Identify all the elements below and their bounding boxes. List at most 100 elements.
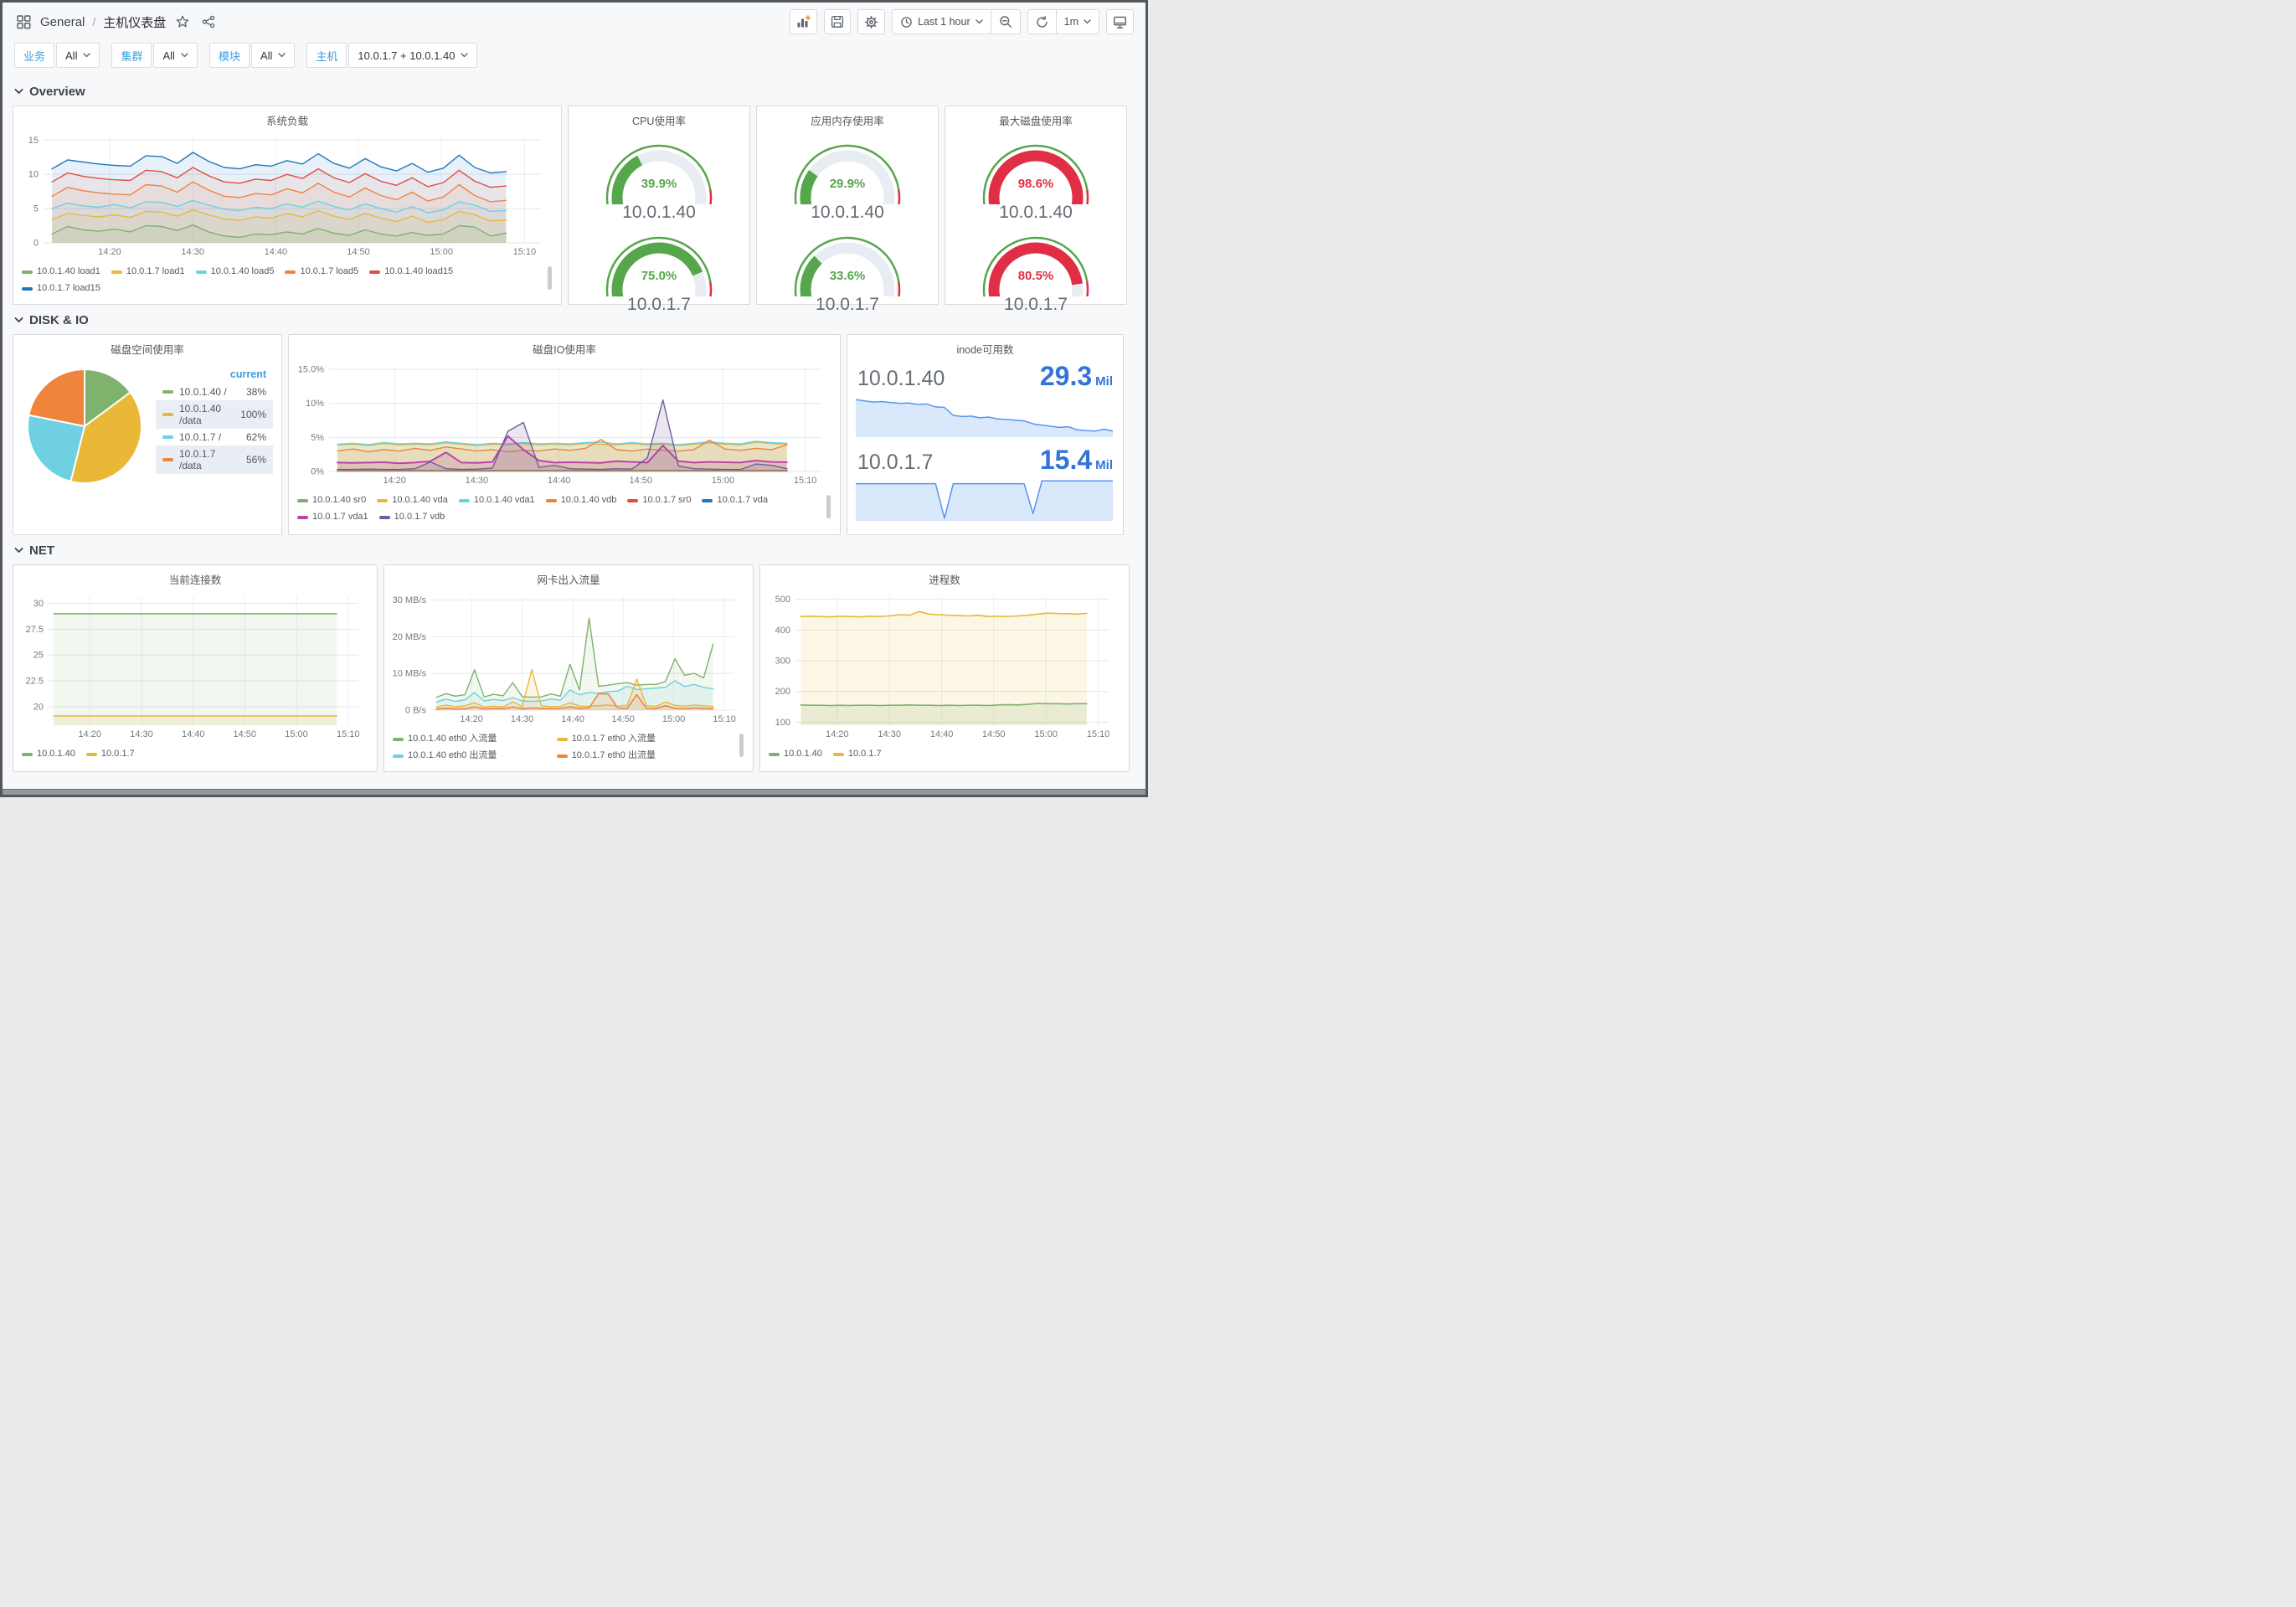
panel-title[interactable]: inode可用数 bbox=[856, 341, 1115, 357]
refresh-interval-picker[interactable]: 1m bbox=[1055, 10, 1099, 33]
legend-item[interactable]: 10.0.1.7 vda bbox=[702, 493, 768, 507]
panel-title[interactable]: 磁盘IO使用率 bbox=[297, 341, 831, 357]
pie-legend-row[interactable]: 10.0.1.7 / 62% bbox=[156, 429, 273, 446]
svg-text:10: 10 bbox=[28, 170, 39, 180]
save-dashboard-button[interactable] bbox=[824, 9, 852, 34]
legend-item[interactable]: 10.0.1.40 vdb bbox=[545, 493, 616, 507]
gauge-10.0.1.7[interactable]: 75.0% 10.0.1.7 bbox=[596, 224, 722, 315]
filter-cluster-label[interactable]: 集群 bbox=[111, 43, 152, 68]
net-traffic-chart[interactable]: 14:20 14:30 14:40 14:50 15:00 15:10 0 B/s 10 MB… bbox=[393, 590, 743, 725]
legend-series-color bbox=[832, 752, 844, 756]
legend-item[interactable]: 10.0.1.7 eth0 出流量 bbox=[556, 749, 710, 763]
legend-item[interactable]: 10.0.1.7 vda1 bbox=[297, 510, 368, 524]
filter-business-value[interactable]: All bbox=[56, 43, 100, 68]
legend-series-color bbox=[22, 270, 33, 274]
pie-legend-row[interactable]: 10.0.1.40 /data 100% bbox=[156, 400, 273, 429]
gauge-10.0.1.7[interactable]: 80.5% 10.0.1.7 bbox=[973, 224, 1099, 315]
panel-title[interactable]: 进程数 bbox=[769, 571, 1120, 587]
legend-series-label: 10.0.1.7 load1 bbox=[126, 266, 185, 276]
breadcrumb: General / 主机仪表盘 bbox=[14, 13, 218, 31]
filter-host-label[interactable]: 主机 bbox=[306, 43, 347, 68]
cycle-view-mode-button[interactable] bbox=[1106, 9, 1134, 34]
filter-host-value[interactable]: 10.0.1.7 + 10.0.1.40 bbox=[348, 43, 478, 68]
legend-item[interactable]: 10.0.1.7 vdb bbox=[378, 510, 445, 524]
svg-text:14:50: 14:50 bbox=[629, 476, 652, 486]
panel-title[interactable]: 网卡出入流量 bbox=[393, 571, 744, 587]
pie-legend-row[interactable]: 10.0.1.40 / 38% bbox=[156, 384, 273, 400]
svg-text:15:10: 15:10 bbox=[337, 729, 360, 739]
panel-connections: 当前连接数 14:20 14:30 14:40 14:50 15:00 15:10 20 22… bbox=[13, 564, 378, 772]
legend-item[interactable]: 10.0.1.7 bbox=[832, 747, 882, 761]
legend-series-label: 10.0.1.7 /data bbox=[179, 448, 216, 471]
dashboards-grid-icon[interactable] bbox=[14, 13, 33, 31]
svg-text:27.5: 27.5 bbox=[26, 625, 44, 635]
legend-series-color bbox=[85, 752, 97, 756]
legend-item[interactable]: 10.0.1.40 load5 bbox=[195, 265, 274, 279]
dashboard-title[interactable]: 主机仪表盘 bbox=[103, 13, 166, 31]
refresh-button[interactable] bbox=[1028, 10, 1056, 33]
legend-item[interactable]: 10.0.1.7 bbox=[85, 747, 135, 761]
gauge-10.0.1.7[interactable]: 33.6% 10.0.1.7 bbox=[785, 224, 910, 315]
inode-stat-host2: 10.0.1.7 15.4 Mil bbox=[855, 443, 1115, 525]
legend-series-color bbox=[22, 286, 33, 291]
pie-legend-row[interactable]: 10.0.1.7 /data 56% bbox=[156, 446, 273, 474]
gauge-10.0.1.40[interactable]: 98.6% 10.0.1.40 bbox=[973, 132, 1099, 223]
legend-item[interactable]: 10.0.1.7 load1 bbox=[111, 265, 185, 279]
connections-chart[interactable]: 14:20 14:30 14:40 14:50 15:00 15:10 20 22.5 25 27… bbox=[22, 590, 367, 740]
dashboard-settings-button[interactable] bbox=[857, 9, 886, 34]
section-net[interactable]: NET bbox=[14, 543, 1134, 558]
panel-title[interactable]: 最大磁盘使用率 bbox=[954, 112, 1118, 128]
time-range-picker[interactable]: Last 1 hour bbox=[893, 10, 991, 33]
inode-sparkline-host1[interactable] bbox=[855, 392, 1114, 437]
panel-title[interactable]: 系统负载 bbox=[22, 112, 553, 128]
legend-series-label: 10.0.1.40 bbox=[37, 749, 75, 759]
gauge-10.0.1.40[interactable]: 39.9% 10.0.1.40 bbox=[596, 132, 722, 223]
svg-text:15: 15 bbox=[28, 136, 39, 146]
svg-text:15:00: 15:00 bbox=[712, 476, 735, 486]
legend-current-header[interactable]: current bbox=[230, 368, 266, 380]
filter-cluster-value[interactable]: All bbox=[153, 43, 198, 68]
top-bar: General / 主机仪表盘 Last 1 hour 1m bbox=[3, 3, 1145, 39]
legend-item[interactable]: 10.0.1.40 eth0 入流量 bbox=[393, 732, 546, 746]
inode-sparkline-host2[interactable] bbox=[855, 476, 1114, 521]
legend-item[interactable]: 10.0.1.7 sr0 bbox=[627, 493, 691, 507]
legend-series-label: 10.0.1.7 sr0 bbox=[642, 495, 692, 505]
legend-item[interactable]: 10.0.1.40 bbox=[769, 747, 822, 761]
gauge-10.0.1.40[interactable]: 29.9% 10.0.1.40 bbox=[785, 132, 910, 223]
legend-item[interactable]: 10.0.1.40 sr0 bbox=[297, 493, 366, 507]
section-overview[interactable]: Overview bbox=[14, 85, 1134, 99]
legend-item[interactable]: 10.0.1.40 load1 bbox=[22, 265, 100, 279]
legend-item[interactable]: 10.0.1.40 bbox=[22, 747, 75, 761]
legend-scrollbar[interactable] bbox=[739, 734, 744, 757]
section-disk-io[interactable]: DISK & IO bbox=[14, 313, 1134, 327]
star-icon[interactable] bbox=[173, 13, 192, 31]
sysload-chart[interactable]: 14:20 14:30 14:40 14:50 15:00 15:10 0 5 10 15 bbox=[22, 131, 549, 258]
filter-business-label[interactable]: 业务 bbox=[14, 43, 55, 68]
filter-module-label[interactable]: 模块 bbox=[208, 43, 250, 68]
share-icon[interactable] bbox=[199, 13, 218, 31]
add-panel-button[interactable] bbox=[790, 9, 818, 34]
panel-title[interactable]: 磁盘空间使用率 bbox=[22, 341, 273, 357]
processes-chart[interactable]: 14:20 14:30 14:40 14:50 15:00 15:10 100 200 300 4… bbox=[769, 590, 1119, 740]
legend-item[interactable]: 10.0.1.40 vda1 bbox=[458, 493, 535, 507]
panel-title[interactable]: 应用内存使用率 bbox=[765, 112, 929, 128]
legend-item[interactable]: 10.0.1.40 eth0 出流量 bbox=[393, 749, 546, 763]
legend-item[interactable]: 10.0.1.7 eth0 入流量 bbox=[556, 732, 710, 746]
legend-item[interactable]: 10.0.1.40 load15 bbox=[369, 265, 453, 279]
breadcrumb-folder[interactable]: General bbox=[40, 15, 85, 29]
filter-module-value[interactable]: All bbox=[250, 43, 296, 68]
disk-io-chart[interactable]: 14:20 14:30 14:40 14:50 15:00 15:10 0% 5% 10% 15.… bbox=[297, 359, 830, 487]
zoom-out-button[interactable] bbox=[990, 10, 1020, 33]
disk-space-legend-table: current 10.0.1.40 / 38% 10.0.1.40 /data 100… bbox=[156, 367, 273, 474]
legend-item[interactable]: 10.0.1.40 vda bbox=[377, 493, 448, 507]
panel-title[interactable]: CPU使用率 bbox=[577, 112, 741, 128]
legend-scrollbar[interactable] bbox=[548, 266, 552, 290]
panel-title[interactable]: 当前连接数 bbox=[22, 571, 368, 587]
legend-item[interactable]: 10.0.1.7 load5 bbox=[285, 265, 358, 279]
legend-item[interactable]: 10.0.1.7 load15 bbox=[22, 281, 100, 296]
legend-scrollbar[interactable] bbox=[826, 495, 831, 518]
stat-host-label: 10.0.1.7 bbox=[857, 451, 934, 474]
row-overview: 系统负载 14:20 14:30 14:40 14:50 15:00 15:10 0 5 10 1… bbox=[13, 106, 1135, 314]
disk-space-pie[interactable] bbox=[22, 363, 147, 489]
window-bottom-scrollbar[interactable] bbox=[0, 789, 1148, 797]
